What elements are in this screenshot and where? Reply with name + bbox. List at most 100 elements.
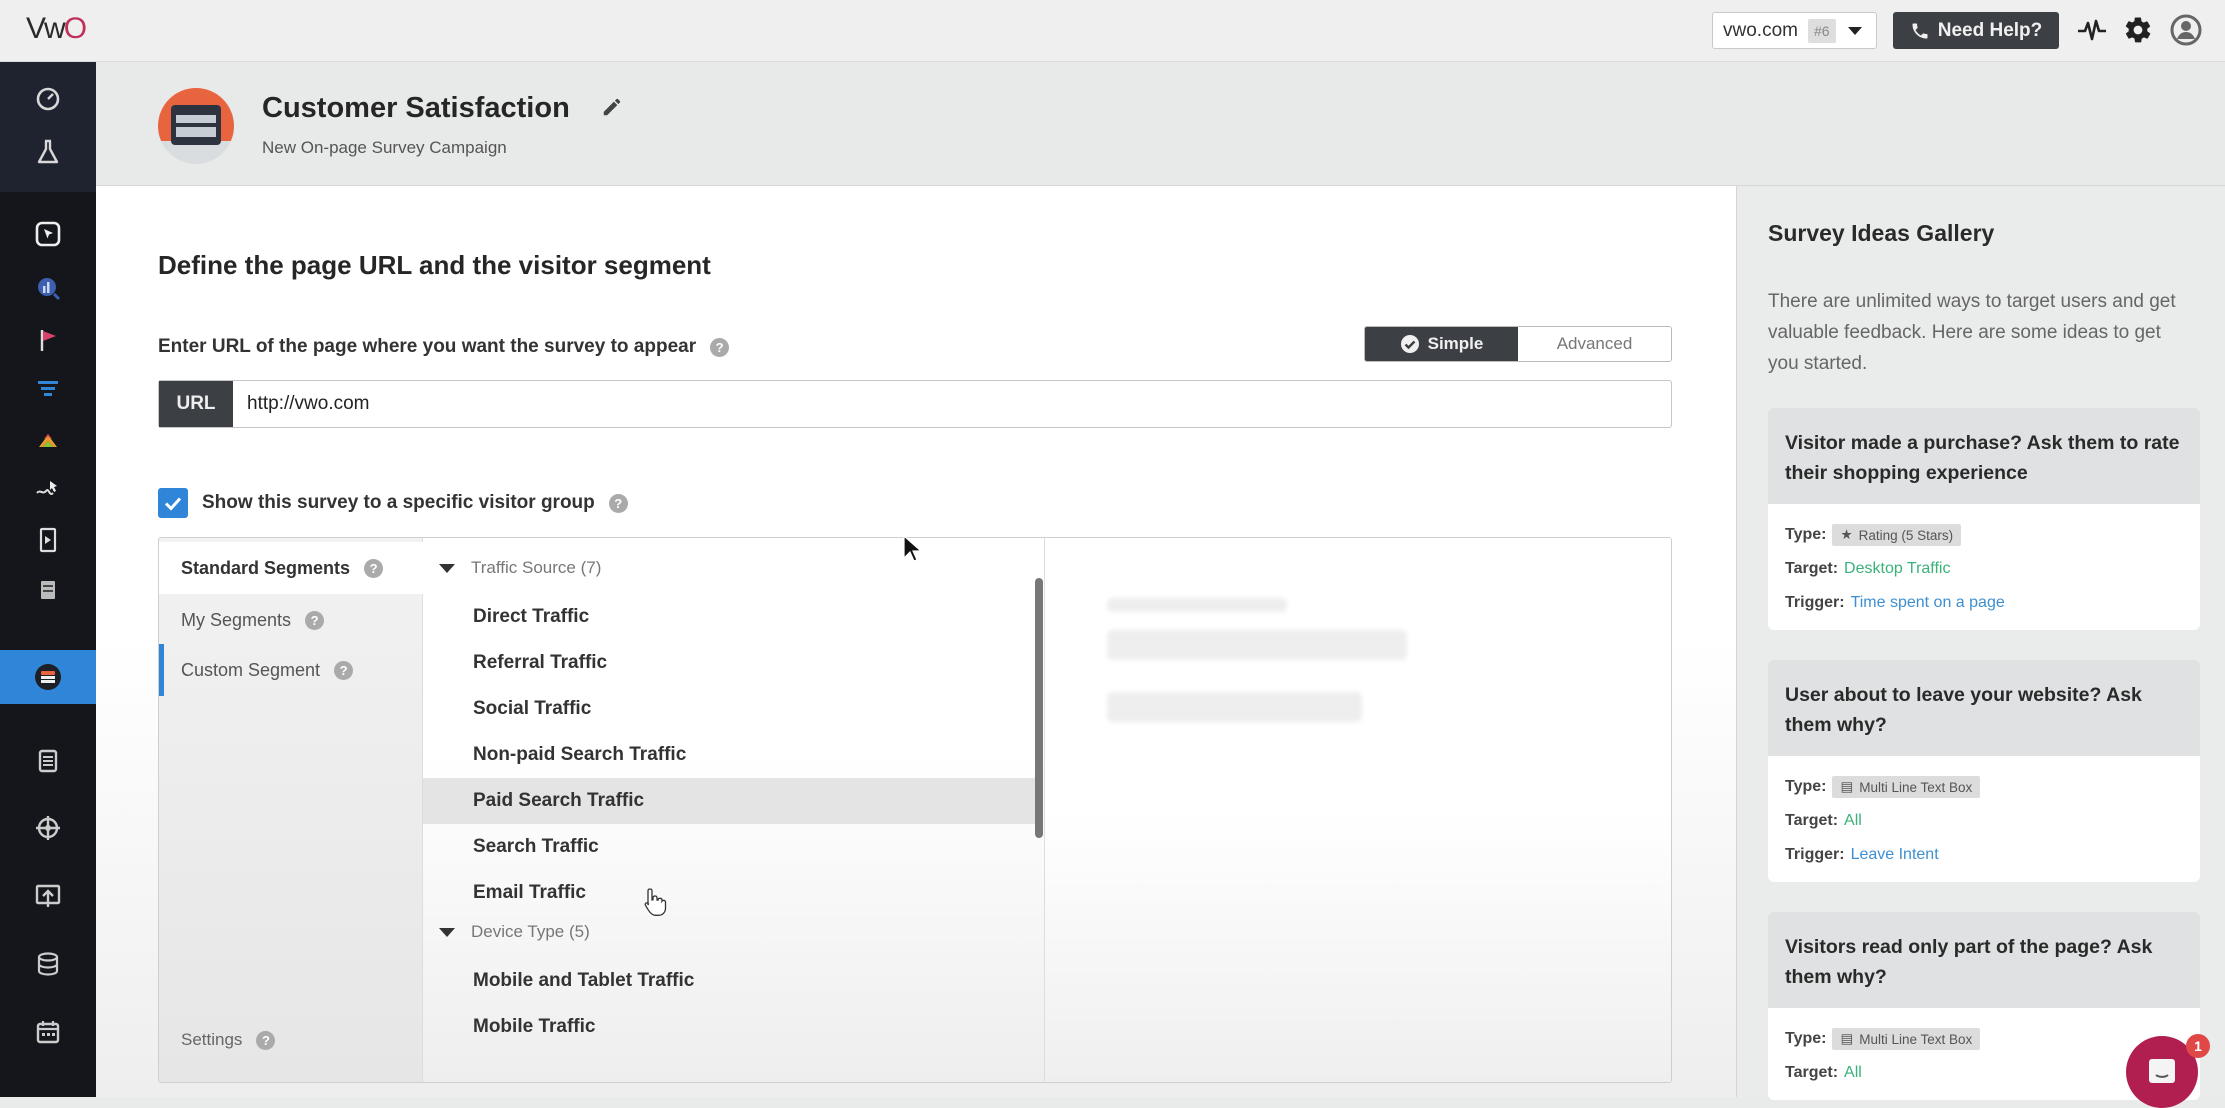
help-icon[interactable]: ? xyxy=(364,558,384,578)
segment-option[interactable]: Direct Traffic xyxy=(423,594,1035,640)
clipboard-icon xyxy=(38,749,58,773)
gallery-description: There are unlimited ways to target users… xyxy=(1768,291,2176,374)
trigger-label: Trigger: xyxy=(1785,846,1845,863)
placeholder-line xyxy=(1107,692,1362,722)
sidebar-item-plans[interactable] xyxy=(0,734,96,786)
help-icon[interactable]: ? xyxy=(305,610,325,630)
idea-card[interactable]: User about to leave your website? Ask th… xyxy=(1768,660,2200,882)
simple-label: Simple xyxy=(1427,334,1484,353)
campaign-subtitle: New On-page Survey Campaign xyxy=(262,138,507,157)
sidebar-item-funnels[interactable] xyxy=(0,362,96,414)
idea-trigger-row: Trigger: Time spent on a page xyxy=(1785,586,2183,620)
form-play-icon xyxy=(39,527,57,553)
caret-down-icon xyxy=(439,927,455,937)
segment-list-scrollbar[interactable] xyxy=(1035,578,1043,838)
survey-ideas-gallery: Survey Ideas Gallery There are unlimited… xyxy=(1736,186,2225,1100)
tab-custom-segment[interactable]: Custom Segment ? xyxy=(159,644,423,696)
idea-details: Type: ★ Rating (5 Stars) Target: Desktop T… xyxy=(1768,504,2200,630)
segment-option[interactable]: Email Traffic xyxy=(423,870,1035,916)
need-help-button[interactable]: Need Help? xyxy=(1893,12,2059,49)
advanced-mode-button[interactable]: Advanced xyxy=(1518,327,1671,361)
segment-settings[interactable]: Settings ? xyxy=(181,1030,276,1050)
placeholder-line xyxy=(1107,630,1407,660)
placeholder-line xyxy=(1107,598,1287,612)
group-header-device-type[interactable]: Device Type (5) xyxy=(439,922,590,942)
group-label: Traffic Source (7) xyxy=(471,558,602,577)
url-label: Enter URL of the page where you want the… xyxy=(158,336,730,358)
visitor-group-checkbox[interactable] xyxy=(158,488,188,518)
textbox-icon: ▤ xyxy=(1840,1031,1854,1046)
type-value: Rating (5 Stars) xyxy=(1858,527,1954,543)
idea-card[interactable]: Visitor made a purchase? Ask them to rat… xyxy=(1768,408,2200,630)
help-icon[interactable]: ? xyxy=(334,660,354,680)
user-avatar-icon[interactable] xyxy=(2170,14,2202,46)
tab-standard-segments[interactable]: Standard Segments ? xyxy=(159,542,423,594)
calendar-icon xyxy=(36,1021,60,1044)
idea-title: Visitors read only part of the page? Ask… xyxy=(1785,936,2153,988)
type-label: Type: xyxy=(1785,526,1827,543)
main-content: Define the page URL and the visitor segm… xyxy=(96,186,1736,1097)
help-icon[interactable]: ? xyxy=(256,1030,276,1050)
segment-option[interactable]: Mobile Traffic xyxy=(423,1004,1035,1050)
textbox-icon: ▤ xyxy=(1840,779,1854,794)
url-input[interactable] xyxy=(233,381,1671,427)
type-label: Type: xyxy=(1785,1030,1827,1047)
database-icon xyxy=(37,952,59,976)
idea-title: Visitor made a purchase? Ask them to rat… xyxy=(1785,432,2180,484)
sidebar-item-forms[interactable] xyxy=(0,564,96,616)
sidebar-item-analytics[interactable] xyxy=(0,262,96,314)
url-label-text: Enter URL of the page where you want the… xyxy=(158,336,697,357)
segment-option[interactable]: Paid Search Traffic xyxy=(423,778,1035,824)
sidebar-item-data[interactable] xyxy=(0,938,96,990)
logo-o: O xyxy=(63,12,87,45)
pencil-icon[interactable] xyxy=(601,96,623,123)
trigger-value: Time spent on a page xyxy=(1850,594,2005,611)
idea-type-row: Type: ▤ Multi Line Text Box xyxy=(1785,1022,2183,1056)
need-help-label: Need Help? xyxy=(1937,19,2043,41)
trigger-value: Leave Intent xyxy=(1850,846,1939,863)
visitor-group-label: Show this survey to a specific visitor g… xyxy=(202,492,595,513)
url-addon: URL xyxy=(159,381,233,427)
segment-picker: Standard Segments ? My Segments ? Custom… xyxy=(158,537,1672,1083)
hand-pointer-icon xyxy=(644,888,667,916)
sidebar-item-heatmaps[interactable] xyxy=(0,414,96,466)
segment-option[interactable]: Search Traffic xyxy=(423,824,1035,870)
segment-option[interactable]: Social Traffic xyxy=(423,686,1035,732)
help-icon[interactable]: ? xyxy=(608,493,628,513)
heatmap-icon xyxy=(39,434,57,447)
trigger-label: Trigger: xyxy=(1785,594,1845,611)
vwo-logo[interactable]: VwO xyxy=(26,12,87,46)
segment-option[interactable]: Non-paid Search Traffic xyxy=(423,732,1035,778)
sidebar-item-form-analytics[interactable] xyxy=(0,514,96,566)
tab-label: My Segments xyxy=(181,609,292,630)
activity-icon[interactable] xyxy=(2076,14,2108,46)
funnel-icon xyxy=(38,381,58,396)
phone-icon xyxy=(1912,23,1928,38)
sidebar-item-insights[interactable] xyxy=(0,208,96,260)
sidebar-item-surveys[interactable] xyxy=(0,650,96,704)
sidebar xyxy=(0,62,96,1097)
sidebar-item-dashboard[interactable] xyxy=(0,72,96,124)
target-value: Desktop Traffic xyxy=(1844,560,1951,577)
group-header-traffic-source[interactable]: Traffic Source (7) xyxy=(439,558,601,578)
url-field: URL xyxy=(158,380,1672,428)
sidebar-item-recordings[interactable] xyxy=(0,462,96,514)
segment-option[interactable]: Mobile and Tablet Traffic xyxy=(423,958,1035,1004)
segment-option[interactable]: Referral Traffic xyxy=(423,640,1035,686)
segment-tabs: Standard Segments ? My Segments ? Custom… xyxy=(159,538,423,1082)
sidebar-item-deploy[interactable] xyxy=(0,870,96,922)
simple-mode-button[interactable]: Simple xyxy=(1365,327,1518,361)
cursor-box-icon xyxy=(35,221,61,247)
account-selector[interactable]: vwo.com #6 xyxy=(1712,12,1877,49)
sidebar-item-goals[interactable] xyxy=(0,314,96,366)
sidebar-item-calendar[interactable] xyxy=(0,1006,96,1058)
tab-my-segments[interactable]: My Segments ? xyxy=(159,594,423,646)
sidebar-item-testing[interactable] xyxy=(0,126,96,178)
type-chip: ▤ Multi Line Text Box xyxy=(1832,776,1981,798)
gear-icon[interactable] xyxy=(2122,14,2154,46)
caret-down-icon xyxy=(439,563,455,573)
idea-target-row: Target: All xyxy=(1785,804,2183,838)
chat-notification-badge: 1 xyxy=(2186,1034,2210,1058)
sidebar-item-targeting[interactable] xyxy=(0,802,96,854)
help-icon[interactable]: ? xyxy=(710,337,730,357)
